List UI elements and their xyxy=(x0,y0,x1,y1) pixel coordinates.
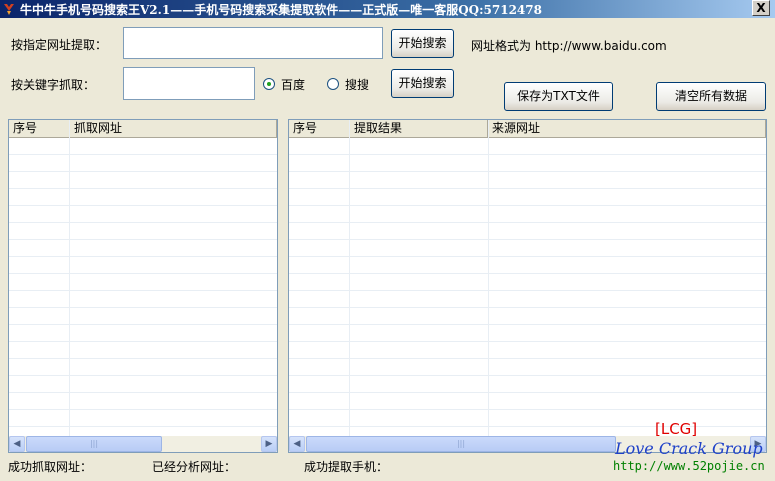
chevron-left-icon[interactable]: ◀ xyxy=(9,436,25,452)
column-header-source-url[interactable]: 来源网址 xyxy=(488,120,766,137)
radio-selected xyxy=(267,82,271,86)
list-header: 序号 提取结果 来源网址 xyxy=(289,120,766,138)
status-fetched-urls: 成功抓取网址： xyxy=(8,460,93,474)
scroll-thumb[interactable]: ||| xyxy=(26,436,162,452)
clear-all-button[interactable]: 清空所有数据 xyxy=(656,82,766,111)
url-search-button[interactable]: 开始搜索 xyxy=(391,29,454,58)
save-txt-button[interactable]: 保存为TXT文件 xyxy=(504,82,613,111)
list-body xyxy=(289,138,766,436)
keyword-input[interactable] xyxy=(123,67,255,100)
keyword-search-button[interactable]: 开始搜索 xyxy=(391,69,454,98)
chevron-left-icon[interactable]: ◀ xyxy=(289,436,305,452)
column-divider xyxy=(69,120,70,436)
column-header-index[interactable]: 序号 xyxy=(289,120,350,137)
url-input[interactable] xyxy=(123,27,383,59)
fetched-url-list[interactable]: 序号 抓取网址 ◀ ||| ▶ xyxy=(8,119,278,453)
radio-baidu-label[interactable]: 百度 xyxy=(281,76,305,93)
extracted-results-list[interactable]: 序号 提取结果 来源网址 ◀ ||| ▶ xyxy=(288,119,767,453)
column-header-result[interactable]: 提取结果 xyxy=(350,120,488,137)
keyword-label: 按关键字抓取： xyxy=(11,78,96,92)
title-bar: 牛中牛手机号码搜索王V2.1——手机号码搜索采集提取软件——正式版—唯一客服QQ… xyxy=(0,0,775,18)
url-format-hint: 网址格式为 http://www.baidu.com xyxy=(471,39,667,53)
list-header: 序号 抓取网址 xyxy=(9,120,277,138)
column-header-index[interactable]: 序号 xyxy=(9,120,70,137)
watermark-url: http://www.52pojie.cn xyxy=(613,459,765,473)
status-extracted-phones: 成功提取手机： xyxy=(304,460,389,474)
url-label: 按指定网址提取： xyxy=(11,38,108,52)
watermark-tag: [LCG] xyxy=(655,420,698,438)
status-analyzed-urls: 已经分析网址： xyxy=(152,460,237,474)
list-body xyxy=(9,138,277,436)
column-divider xyxy=(488,120,489,436)
horizontal-scrollbar[interactable]: ◀ ||| ▶ xyxy=(9,436,277,452)
column-header-url[interactable]: 抓取网址 xyxy=(70,120,277,137)
column-divider xyxy=(349,120,350,436)
radio-sousou[interactable] xyxy=(327,78,339,90)
window-title: 牛中牛手机号码搜索王V2.1——手机号码搜索采集提取软件——正式版—唯一客服QQ… xyxy=(20,3,542,17)
app-icon xyxy=(4,4,14,15)
chevron-right-icon[interactable]: ▶ xyxy=(261,436,277,452)
radio-baidu[interactable] xyxy=(263,78,275,90)
close-button[interactable]: X xyxy=(752,0,770,16)
scroll-thumb[interactable]: ||| xyxy=(306,436,616,452)
radio-sousou-label[interactable]: 搜搜 xyxy=(345,76,369,93)
watermark-group: Love Crack Group xyxy=(615,439,763,458)
